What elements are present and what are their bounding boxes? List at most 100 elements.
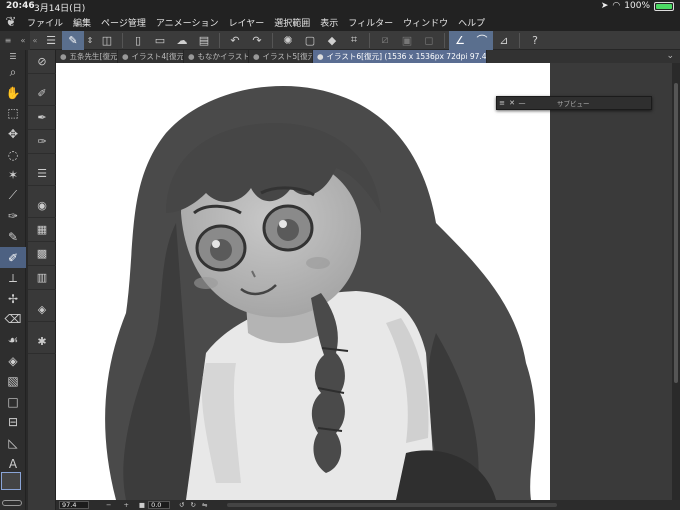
artwork-illustration xyxy=(105,85,536,500)
fit-icon[interactable]: ■ xyxy=(139,501,145,509)
fill-bucket-icon[interactable]: ◆ xyxy=(321,31,343,50)
menu-animation[interactable]: アニメーション xyxy=(151,16,224,29)
color-history-icon[interactable]: ▥ xyxy=(28,266,56,290)
tab-document-2[interactable]: ● イラスト4[復元 xyxy=(118,50,184,63)
grip-icon[interactable]: ≡ xyxy=(5,36,12,45)
brush-icon[interactable]: ✐ xyxy=(0,247,26,268)
loading-icon[interactable]: ✺ xyxy=(277,31,299,50)
brush-density-icon[interactable]: ✒ xyxy=(28,106,56,130)
tab-document-3[interactable]: ● もなかイラスト xyxy=(184,50,249,63)
chevron-down-icon[interactable]: ⌄ xyxy=(666,50,674,63)
menu-page[interactable]: ページ管理 xyxy=(96,16,151,29)
tab-close-icon[interactable]: ● xyxy=(122,52,129,61)
separator xyxy=(519,32,520,48)
collapse-left-icon[interactable]: « xyxy=(20,36,25,45)
zoom-field[interactable]: 97.4 xyxy=(59,501,89,509)
minimize-icon[interactable]: — xyxy=(517,99,527,107)
select-object-icon[interactable]: ⬚ xyxy=(0,103,26,124)
invert-selection-icon[interactable]: ▣ xyxy=(396,31,418,50)
figure-icon[interactable]: □ xyxy=(0,392,26,413)
ruler-icon[interactable]: ◺ xyxy=(0,433,26,454)
edit-toggle-icon[interactable]: ✎ xyxy=(62,30,84,50)
open-folder-icon[interactable]: ▭ xyxy=(149,31,171,50)
text-icon[interactable]: A xyxy=(0,453,26,474)
cloud-upload-icon[interactable]: ☁ xyxy=(171,31,193,50)
flip-icon[interactable]: ⇋ xyxy=(202,501,207,509)
gradient-icon[interactable]: ▧ xyxy=(0,371,26,392)
scroll-thumb[interactable] xyxy=(674,83,678,383)
menu-file[interactable]: ファイル xyxy=(22,16,68,29)
redo-icon[interactable]: ↷ xyxy=(246,31,268,50)
rotate-left-icon[interactable]: ↺ xyxy=(179,501,184,509)
tab-document-1[interactable]: ●五条先生[復元]* xyxy=(56,50,118,63)
help-icon[interactable]: ? xyxy=(524,31,546,50)
canvas[interactable] xyxy=(56,63,550,500)
frame-icon[interactable]: ⊟ xyxy=(0,412,26,433)
color-set-panel-icon[interactable]: ▦ xyxy=(28,218,56,242)
menu-view[interactable]: 表示 xyxy=(315,16,343,29)
material-icon[interactable]: ✱ xyxy=(28,330,56,354)
menu-edit[interactable]: 編集 xyxy=(68,16,96,29)
menu-filter[interactable]: フィルター xyxy=(343,16,398,29)
eyedropper-icon[interactable]: ⟋ xyxy=(0,186,26,207)
tab-close-icon[interactable]: ● xyxy=(60,52,67,61)
rotation-field[interactable]: 0.0 xyxy=(148,501,171,509)
menu-help[interactable]: ヘルプ xyxy=(453,16,490,29)
zoom-in-icon[interactable]: + xyxy=(123,501,128,509)
blend-icon[interactable]: ☙ xyxy=(0,330,26,351)
magic-wand-icon[interactable]: ✶ xyxy=(0,165,26,186)
layer-property-icon[interactable]: ◈ xyxy=(28,298,56,322)
rotate-right-icon[interactable]: ↻ xyxy=(191,501,196,509)
tab-document-5[interactable]: ● イラスト6[復元] (1536 x 1536px 72dpi 97.4%) xyxy=(313,50,487,63)
location-icon: ➤ xyxy=(600,1,609,11)
undo-icon[interactable]: ↶ xyxy=(224,31,246,50)
decoration-icon[interactable]: ✢ xyxy=(0,289,26,310)
fill-icon[interactable]: ◈ xyxy=(0,350,26,371)
panel-menu-icon[interactable]: ≡ xyxy=(497,99,507,107)
vertical-scrollbar[interactable] xyxy=(672,63,680,500)
clear-icon[interactable]: ▢ xyxy=(299,31,321,50)
tab-close-icon[interactable]: ● xyxy=(317,52,324,61)
tool-property-icon[interactable]: ⊘ xyxy=(28,50,56,74)
lasso-icon[interactable]: ◌ xyxy=(0,144,26,165)
zoom-icon[interactable]: ⌕ xyxy=(0,62,26,83)
sub-view-panel[interactable]: ≡ ✕ — サブビュー xyxy=(496,96,652,110)
menu-layer[interactable]: レイヤー xyxy=(224,16,270,29)
menu-window[interactable]: ウィンドウ xyxy=(398,16,453,29)
eraser-icon[interactable]: ⌫ xyxy=(0,309,26,330)
tab-close-icon[interactable]: ● xyxy=(253,52,260,61)
horizontal-scrollbar[interactable] xyxy=(227,503,558,507)
hand-icon[interactable]: ✋ xyxy=(0,83,26,104)
layer-icon[interactable]: ☰ xyxy=(28,162,56,186)
color-set-icon[interactable] xyxy=(2,500,22,506)
intermediate-color-icon[interactable]: ▩ xyxy=(28,242,56,266)
tool-menu-icon[interactable]: ☰ xyxy=(0,50,26,62)
companion-icon[interactable]: ◫ xyxy=(96,31,118,50)
deselect-icon[interactable]: ⧄ xyxy=(374,31,396,50)
app-logo-icon[interactable]: ❦ xyxy=(0,14,22,31)
transform-icon[interactable]: ⌗ xyxy=(343,31,365,50)
pen-icon[interactable]: ✑ xyxy=(0,206,26,227)
special-ruler-snap-icon[interactable]: ⌒ xyxy=(471,30,493,50)
menu-selection[interactable]: 選択範囲 xyxy=(269,16,315,29)
tab-close-icon[interactable]: ● xyxy=(188,52,195,61)
save-icon[interactable]: ▤ xyxy=(193,31,215,50)
close-icon[interactable]: ✕ xyxy=(507,99,517,107)
color-circle-icon[interactable]: ◉ xyxy=(28,194,56,218)
grip-icon[interactable]: « xyxy=(30,31,40,50)
new-file-icon[interactable]: ▯ xyxy=(127,31,149,50)
tab-document-4[interactable]: ● イラスト5[復元 xyxy=(249,50,313,63)
main-menu-icon[interactable]: ☰ xyxy=(40,31,62,50)
ruler-snap-icon[interactable]: ∠ xyxy=(449,30,471,50)
crop-icon[interactable]: ◻ xyxy=(418,31,440,50)
main-color-swatch[interactable] xyxy=(1,472,21,490)
pencil-icon[interactable]: ✎ xyxy=(0,227,26,248)
airbrush-icon[interactable]: ⟂ xyxy=(0,268,26,289)
grid-snap-icon[interactable]: ⊿ xyxy=(493,31,515,50)
canvas-area[interactable] xyxy=(56,63,672,500)
brush-size-icon[interactable]: ✐ xyxy=(28,82,56,106)
brush-texture-icon[interactable]: ✑ xyxy=(28,130,56,154)
move-layer-icon[interactable]: ✥ xyxy=(0,124,26,145)
zoom-out-icon[interactable]: − xyxy=(106,501,111,509)
stepper-icon[interactable]: ⇕ xyxy=(84,31,96,50)
